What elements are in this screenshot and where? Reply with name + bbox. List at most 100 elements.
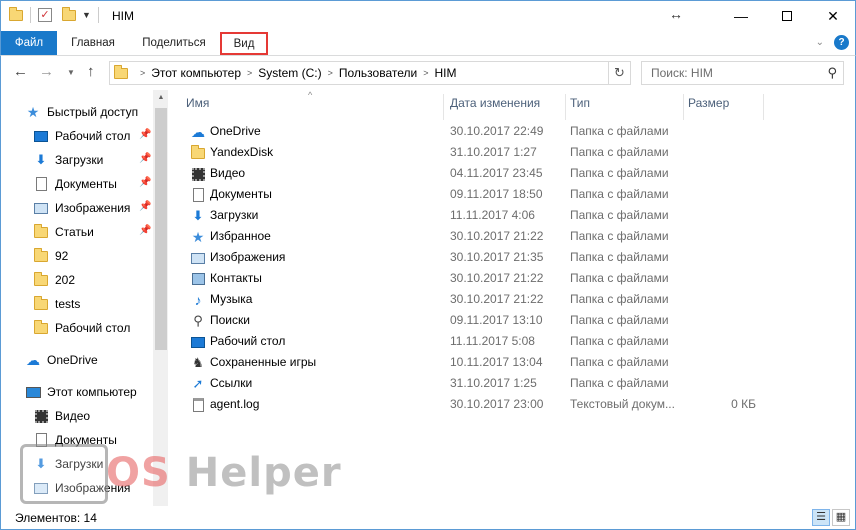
tab-home[interactable]: Главная [63, 31, 123, 55]
nav-item-label: Видео [55, 409, 91, 423]
details-view-button[interactable]: ☰ [812, 509, 830, 526]
back-button[interactable]: ← [13, 63, 28, 80]
table-row[interactable]: Рабочий стол 11.11.2017 5:08 Папка с файла… [182, 331, 772, 352]
recent-locations-icon[interactable]: ▼ [67, 68, 75, 77]
forward-button[interactable]: → [39, 63, 54, 80]
file-name: agent.log [210, 397, 260, 411]
nav-item[interactable]: 92 [33, 244, 68, 268]
nav-item[interactable]: ⬇ Загрузки [33, 148, 104, 172]
breadcrumb-users[interactable]: Пользователи [339, 66, 417, 80]
link-icon: ➚ [192, 376, 204, 391]
table-row[interactable]: ☁ OneDrive 30.10.2017 22:49 Папка с файлами [182, 121, 772, 142]
nav-item[interactable]: Документы [33, 428, 117, 452]
chevron-right-icon[interactable]: > [247, 68, 252, 78]
column-header-date[interactable]: Дата изменения [446, 94, 566, 120]
close-button[interactable]: ✕ [810, 1, 856, 31]
address-bar[interactable]: > Этот компьютер > System (C:) > Пользов… [109, 61, 631, 85]
nav-item[interactable]: 202 [33, 268, 75, 292]
maximize-button[interactable] [764, 1, 810, 31]
nav-item-label: Документы [55, 177, 117, 191]
breadcrumb-this-pc[interactable]: Этот компьютер [151, 66, 241, 80]
computer-icon [25, 384, 41, 400]
scroll-thumb[interactable] [155, 108, 167, 350]
table-row[interactable]: Контакты 30.10.2017 21:22 Папка с файлами [182, 268, 772, 289]
refresh-icon[interactable]: ↻ [608, 62, 630, 84]
expand-ribbon-icon[interactable]: ⌄ [816, 37, 824, 48]
title-bar: ✓ ▼ HIM ↔ — ✕ [0, 0, 856, 31]
file-name: Сохраненные игры [210, 355, 317, 369]
nav-item-label: 92 [55, 249, 69, 263]
nav-item[interactable]: tests [33, 292, 80, 316]
new-folder-icon[interactable] [62, 6, 76, 21]
breadcrumb-system-c[interactable]: System (C:) [258, 66, 321, 80]
nav-item[interactable]: Этот компьютер [25, 380, 137, 404]
table-row[interactable]: Документы 09.11.2017 18:50 Папка с файлами [182, 184, 772, 205]
breadcrumb-him[interactable]: HIM [434, 66, 456, 80]
nav-item[interactable]: Видео [33, 404, 90, 428]
table-row[interactable]: ⚲ Поиски 09.11.2017 13:10 Папка с файлами [182, 310, 772, 331]
folder-icon[interactable] [9, 6, 23, 21]
nav-item[interactable]: Статьи [33, 220, 94, 244]
file-size [692, 373, 756, 394]
file-size [692, 121, 756, 142]
file-type: Папка с файлами [570, 145, 669, 159]
video-icon [190, 166, 206, 182]
nav-item-label: Загрузки [55, 153, 104, 167]
nav-item[interactable]: ☁ OneDrive [25, 348, 98, 372]
table-row[interactable]: ♞ Сохраненные игры 10.11.2017 13:04 Папка с… [182, 352, 772, 373]
column-header-size[interactable]: Размер [684, 94, 764, 120]
cloud-icon: ☁ [191, 123, 205, 140]
file-date: 09.11.2017 13:10 [450, 313, 543, 327]
file-size [692, 142, 756, 163]
ribbon-tabs: Файл Главная Поделиться Вид ⌄ ? [0, 31, 856, 56]
search-input[interactable]: Поиск: HIM ⚲ [641, 61, 844, 85]
file-type: Папка с файлами [570, 376, 669, 390]
nav-item[interactable]: Рабочий стол [33, 316, 130, 340]
file-name: OneDrive [210, 124, 261, 138]
file-type: Папка с файлами [570, 292, 669, 306]
nav-item[interactable]: Изображения [33, 196, 130, 220]
file-size [692, 247, 756, 268]
minimize-button[interactable]: — [718, 1, 764, 31]
nav-scrollbar[interactable]: ▲ [153, 90, 168, 506]
pin-icon[interactable]: 📌 [139, 129, 151, 140]
nav-item[interactable]: Рабочий стол [33, 124, 130, 148]
table-row[interactable]: ⬇ Загрузки 11.11.2017 4:06 Папка с файлами [182, 205, 772, 226]
table-row[interactable]: agent.log 30.10.2017 23:00 Текстовый докум… [182, 394, 772, 415]
chevron-right-icon[interactable]: > [328, 68, 333, 78]
column-header-type[interactable]: Тип [566, 94, 684, 120]
ribbon-controls: ⌄ ? [816, 35, 849, 50]
contacts-icon [190, 271, 206, 287]
nav-item[interactable]: ⬇ Загрузки [33, 452, 104, 476]
folder-icon [33, 295, 49, 312]
pin-icon[interactable]: 📌 [139, 153, 151, 164]
large-icons-view-button[interactable]: ▦ [832, 509, 850, 526]
table-row[interactable]: Изображения 30.10.2017 21:35 Папка с файла… [182, 247, 772, 268]
document-icon [33, 432, 49, 448]
chevron-right-icon[interactable]: > [140, 68, 145, 78]
nav-item[interactable]: Документы [33, 172, 117, 196]
tab-view[interactable]: Вид [220, 32, 268, 55]
nav-item[interactable]: Изображения [33, 476, 130, 500]
table-row[interactable]: ➚ Ссылки 31.10.2017 1:25 Папка с файлами [182, 373, 772, 394]
help-icon[interactable]: ? [834, 35, 849, 50]
file-name: Загрузки [210, 208, 259, 222]
table-row[interactable]: ♪ Музыка 30.10.2017 21:22 Папка с файлами [182, 289, 772, 310]
scroll-up-icon[interactable]: ▲ [153, 90, 168, 106]
pin-icon[interactable]: 📌 [139, 201, 151, 212]
tab-share[interactable]: Поделиться [133, 31, 215, 55]
table-row[interactable]: YandexDisk 31.10.2017 1:27 Папка с файлами [182, 142, 772, 163]
tab-file[interactable]: Файл [1, 31, 57, 55]
chevron-right-icon[interactable]: > [423, 68, 428, 78]
search-icon[interactable]: ⚲ [827, 62, 837, 84]
pin-icon[interactable]: 📌 [139, 177, 151, 188]
nav-item[interactable]: ★ Быстрый доступ [25, 100, 138, 124]
customize-toolbar-dropdown-icon[interactable]: ▼ [82, 10, 91, 20]
up-button[interactable]: ↑ [87, 63, 95, 80]
table-row[interactable]: Видео 04.11.2017 23:45 Папка с файлами [182, 163, 772, 184]
pin-icon[interactable]: 📌 [139, 225, 151, 236]
properties-icon[interactable]: ✓ [38, 8, 52, 22]
table-row[interactable]: ★ Избранное 30.10.2017 21:22 Папка с файлам… [182, 226, 772, 247]
toolbar-separator [97, 7, 99, 23]
column-header-name[interactable]: Имя [182, 94, 444, 120]
